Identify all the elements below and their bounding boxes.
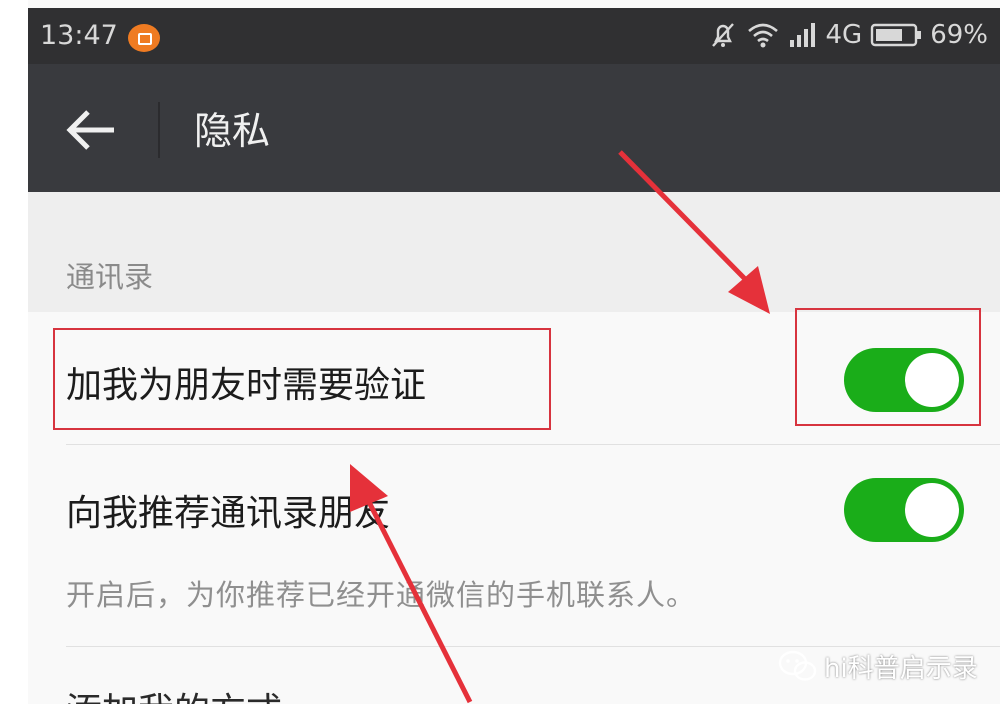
status-time: 13:47: [40, 20, 118, 51]
divider: [66, 444, 1000, 445]
recommend-toggle[interactable]: [844, 478, 964, 542]
page-title: 隐私: [194, 109, 271, 153]
status-bar: 13:47 4G 69%: [28, 8, 1000, 64]
wechat-icon: [778, 650, 817, 681]
signal-icon: [789, 23, 815, 47]
battery-level: 69%: [930, 20, 988, 50]
watermark-text: hi科普启示录: [824, 654, 978, 684]
section-label: 通讯录: [66, 260, 154, 294]
app-bar: 隐私: [28, 64, 1000, 192]
network-type: 4G: [825, 20, 863, 50]
watermark: hi科普启示录: [778, 648, 978, 685]
recommend-description: 开启后，为你推荐已经开通微信的手机联系人。: [66, 578, 697, 612]
toggle-knob: [905, 483, 959, 537]
add-method-label[interactable]: 添加我的方式: [66, 682, 282, 704]
mute-bell-icon: [711, 23, 734, 47]
recommend-setting-label[interactable]: 向我推荐通讯录朋友: [66, 484, 390, 536]
notification-icon: [128, 24, 160, 52]
highlight-box-toggle: [795, 308, 981, 426]
status-icons: 4G 69%: [708, 20, 988, 50]
back-arrow-icon[interactable]: [66, 108, 118, 152]
wifi-icon: [747, 23, 778, 48]
section-header: 通讯录: [28, 192, 1000, 312]
highlight-box-label: [53, 328, 551, 430]
divider: [66, 646, 1000, 647]
phone-screen: 13:47 4G 69% 隐私 通讯录 加我为朋友时需要验证 向我推荐通讯录朋友…: [28, 0, 1000, 704]
battery-icon: [871, 23, 922, 47]
appbar-divider: [158, 102, 160, 158]
